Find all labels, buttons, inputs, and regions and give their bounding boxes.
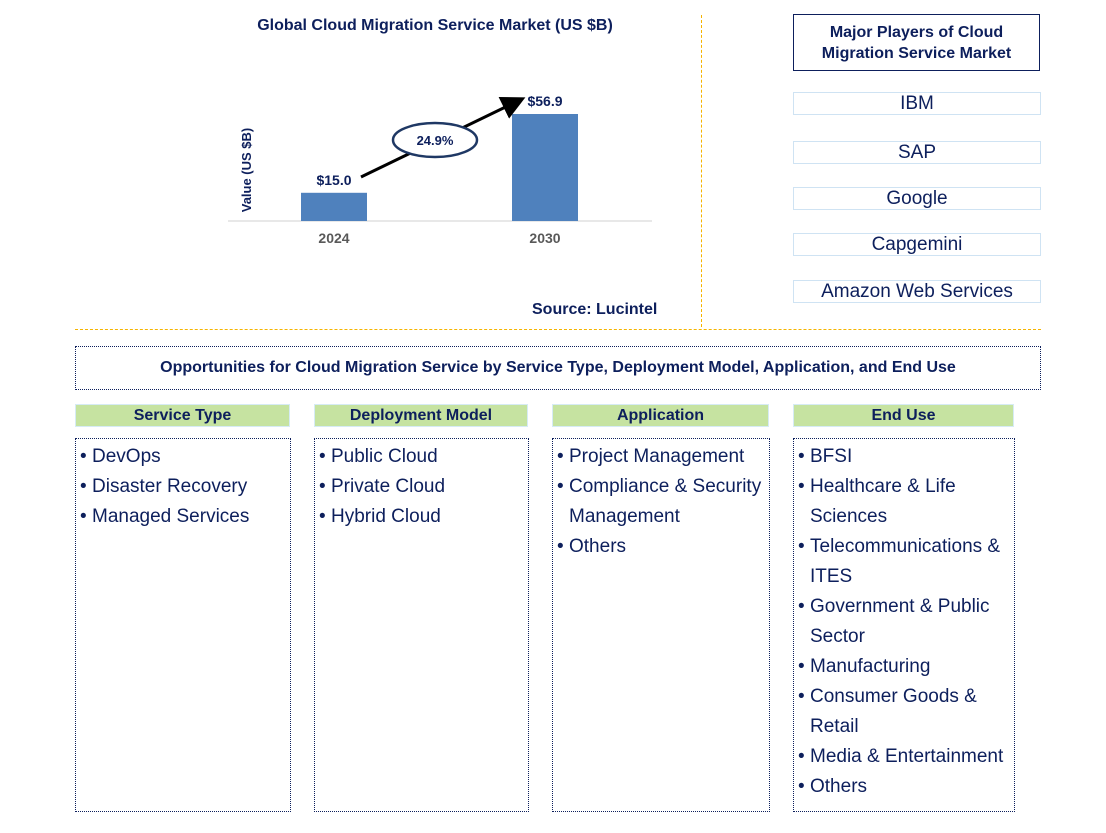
category-item-text: Others — [810, 776, 868, 797]
category-item: • Hybrid Cloud — [319, 502, 524, 532]
player-item: Amazon Web Services — [793, 280, 1041, 303]
y-axis-label: Value (US $B) — [239, 128, 254, 213]
data-label-2024: $15.0 — [316, 172, 351, 188]
category-item-text: Public Cloud — [331, 446, 438, 467]
category-item: • Government & Public Sector — [798, 592, 1010, 652]
data-label-2030: $56.9 — [527, 93, 562, 109]
category-item-text: Healthcare & Life Sciences — [810, 476, 956, 527]
category-item: • Telecommunications & ITES — [798, 532, 1010, 592]
category-list-service-type: • DevOps • Disaster Recovery • Managed Servic… — [75, 438, 291, 812]
bullet-icon: • — [319, 506, 326, 527]
bullet-icon: • — [798, 746, 805, 767]
category-item-text: Compliance & Security Management — [569, 476, 762, 527]
category-item-text: Managed Services — [92, 506, 250, 527]
category-header-service-type: Service Type — [75, 404, 290, 427]
category-item: • BFSI — [798, 442, 1010, 472]
cagr-label: 24.9% — [417, 133, 454, 148]
bullet-icon: • — [798, 476, 805, 497]
opportunities-title: Opportunities for Cloud Migration Servic… — [75, 346, 1041, 390]
category-header-end-use: End Use — [793, 404, 1014, 427]
category-header-deployment-model: Deployment Model — [314, 404, 528, 427]
category-item: • Consumer Goods & Retail — [798, 682, 1010, 742]
category-item: • Media & Entertainment — [798, 742, 1010, 772]
category-item: • Project Management — [557, 442, 765, 472]
bullet-icon: • — [798, 686, 805, 707]
bullet-icon: • — [798, 446, 805, 467]
category-item: • Disaster Recovery — [80, 472, 286, 502]
category-item-text: Others — [569, 536, 627, 557]
category-item-text: Government & Public Sector — [810, 596, 990, 647]
category-item: • Others — [557, 532, 765, 562]
bar-2024 — [301, 192, 367, 221]
bullet-icon: • — [557, 446, 564, 467]
category-list-deployment-model: • Public Cloud • Private Cloud • Hybrid Cloud — [314, 438, 529, 812]
category-item: • Public Cloud — [319, 442, 524, 472]
category-item: • Private Cloud — [319, 472, 524, 502]
category-item: • Compliance & Security Management — [557, 472, 765, 532]
category-item-text: Hybrid Cloud — [331, 506, 441, 527]
category-item-text: Media & Entertainment — [810, 746, 1004, 767]
bullet-icon: • — [557, 476, 564, 497]
vertical-divider — [701, 15, 702, 327]
chart-title: Global Cloud Migration Service Market (U… — [257, 17, 613, 34]
bullet-icon: • — [80, 506, 87, 527]
category-item-text: DevOps — [92, 446, 161, 467]
player-item: Capgemini — [793, 233, 1041, 256]
category-list-application: • Project Management • Compliance & Securit… — [552, 438, 770, 812]
category-item-text: BFSI — [810, 446, 853, 467]
bullet-icon: • — [798, 776, 805, 797]
bullet-icon: • — [80, 476, 87, 497]
category-item-text: Private Cloud — [331, 476, 446, 497]
category-item-text: Consumer Goods & Retail — [810, 686, 977, 737]
category-item: • DevOps — [80, 442, 286, 472]
player-item: Google — [793, 187, 1041, 210]
bullet-icon: • — [557, 536, 564, 557]
bullet-icon: • — [319, 446, 326, 467]
source-label: Source: Lucintel — [532, 301, 658, 318]
bullet-icon: • — [798, 656, 805, 677]
horizontal-divider — [75, 329, 1041, 330]
category-item-text: Manufacturing — [810, 656, 931, 677]
category-item-text: Telecommunications & ITES — [810, 536, 1001, 587]
major-players-header: Major Players of Cloud Migration Service… — [793, 14, 1040, 71]
category-item: • Others — [798, 772, 1010, 802]
bar-chart: Value (US $B) $15.0 2024 $56.9 2030 24.9% — [228, 93, 652, 246]
x-tick-label-2024: 2024 — [318, 230, 349, 246]
bar-2030 — [512, 114, 578, 221]
category-item-text: Project Management — [569, 446, 745, 467]
x-tick-label-2030: 2030 — [529, 230, 560, 246]
bullet-icon: • — [798, 596, 805, 617]
bullet-icon: • — [798, 536, 805, 557]
player-item: SAP — [793, 141, 1041, 164]
category-item: • Managed Services — [80, 502, 286, 532]
bullet-icon: • — [319, 476, 326, 497]
category-item: • Manufacturing — [798, 652, 1010, 682]
category-item-text: Disaster Recovery — [92, 476, 248, 497]
category-item: • Healthcare & Life Sciences — [798, 472, 1010, 532]
category-header-application: Application — [552, 404, 769, 427]
category-list-end-use: • BFSI • Healthcare & Life Sciences • Telecom… — [793, 438, 1015, 812]
bullet-icon: • — [80, 446, 87, 467]
player-item: IBM — [793, 92, 1041, 115]
